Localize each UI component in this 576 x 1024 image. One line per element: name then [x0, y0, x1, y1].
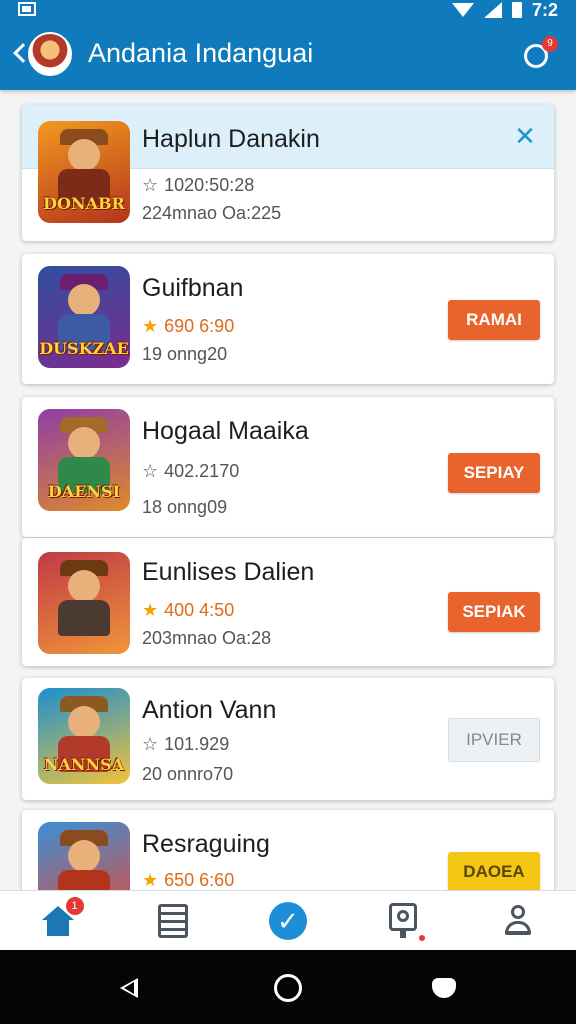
game-card[interactable]: Eunlises Dalien ★ 400 4:50 203mnao Oa:28…: [22, 538, 554, 666]
nav-list[interactable]: [143, 893, 203, 949]
close-icon[interactable]: ✕: [512, 123, 538, 149]
game-meta-secondary: 203mnao Oa:28: [142, 628, 272, 648]
game-meta-primary: ☆ 101.929: [142, 734, 229, 755]
game-meta-primary: ★ 650 6:60: [142, 870, 234, 890]
system-nav-bar: [0, 950, 576, 1024]
game-meta-primary: ☆ 1020:50:28: [142, 175, 254, 196]
nav-profile[interactable]: [488, 893, 548, 949]
thumbnail-caption: NANNSA: [43, 755, 125, 774]
star-outline-icon: ☆: [142, 175, 159, 195]
app-bar: Andania Indanguai 9: [0, 20, 576, 90]
game-thumbnail[interactable]: DUSKZAE: [38, 266, 130, 368]
battery-icon: [511, 2, 522, 18]
game-card[interactable]: DAENSI Hogaal Maaika ☆ 402.2170 18 onng0…: [22, 397, 554, 537]
game-card[interactable]: NANNSA Antion Vann ☆ 101.929 20 onnro70 …: [22, 678, 554, 800]
game-meta-text: 400 4:50: [164, 600, 235, 620]
wifi-icon: [451, 3, 474, 17]
avatar[interactable]: [28, 32, 72, 76]
system-recents-icon[interactable]: [432, 978, 456, 998]
list-icon: [157, 903, 188, 938]
game-meta-secondary: 20 onnro70: [142, 764, 234, 784]
game-meta-secondary: 224mnao Oa:225: [142, 203, 282, 223]
game-meta-primary: ★ 400 4:50: [142, 600, 234, 621]
game-title: Hogaal Maaika: [142, 417, 309, 445]
signal-icon: [483, 2, 502, 18]
game-action-button[interactable]: DAOEA: [448, 852, 540, 890]
game-action-button[interactable]: IPVIER: [448, 718, 540, 762]
game-card[interactable]: Resraguing ★ 650 6:60 DAOEA: [22, 810, 554, 890]
game-list[interactable]: DONABR Haplun Danakin ☆ 1020:50:28 224mn…: [0, 90, 576, 890]
game-meta-text: 650 6:60: [164, 870, 235, 890]
game-card[interactable]: DONABR Haplun Danakin ☆ 1020:50:28 224mn…: [22, 105, 554, 241]
game-title: Guifbnan: [142, 274, 244, 302]
badge-icon: [389, 902, 426, 941]
game-thumbnail[interactable]: [38, 552, 130, 654]
game-meta-text: 690 6:90: [164, 316, 235, 336]
game-meta-primary: ☆ 402.2170: [142, 461, 239, 482]
game-thumbnail[interactable]: DAENSI: [38, 409, 130, 511]
game-action-button[interactable]: SEPIAY: [448, 453, 540, 493]
game-thumbnail[interactable]: [38, 822, 130, 890]
profile-icon: [503, 904, 533, 937]
thumbnail-caption: DAENSI: [47, 482, 121, 501]
status-time: 7:2: [531, 0, 558, 20]
status-icons: 7:2: [451, 0, 558, 20]
star-outline-icon: ☆: [142, 734, 159, 754]
game-meta-secondary: 18 onng09: [142, 497, 228, 517]
system-home-icon[interactable]: [274, 974, 302, 1002]
game-action-button[interactable]: RAMAI: [448, 300, 540, 340]
game-thumbnail[interactable]: NANNSA: [38, 688, 130, 784]
game-title: Haplun Danakin: [142, 125, 320, 153]
star-filled-icon: ★: [142, 870, 159, 890]
star-filled-icon: ★: [142, 316, 159, 336]
game-meta-text: 101.929: [164, 734, 230, 754]
game-title: Eunlises Dalien: [142, 558, 315, 586]
game-meta-primary: ★ 690 6:90: [142, 316, 234, 337]
home-badge: 1: [65, 896, 84, 915]
game-title: Antion Vann: [142, 696, 277, 724]
nav-home[interactable]: 1: [28, 893, 88, 949]
page-title: Andania Indanguai: [88, 38, 314, 68]
nav-check[interactable]: ✓: [258, 893, 318, 949]
gallery-icon: [18, 2, 36, 16]
status-bar: 7:2: [0, 0, 576, 20]
game-title: Resraguing: [142, 830, 270, 858]
notification-button[interactable]: 9: [520, 36, 558, 72]
star-outline-icon: ☆: [142, 461, 159, 481]
game-meta-secondary: 19 onng20: [142, 344, 228, 364]
bottom-nav: 1 ✓: [0, 890, 576, 950]
system-back-icon[interactable]: [120, 978, 138, 998]
notification-badge: 9: [542, 36, 558, 52]
thumbnail-caption: DONABR: [43, 194, 125, 213]
game-meta-text: 1020:50:28: [164, 175, 255, 195]
game-thumbnail[interactable]: DONABR: [38, 121, 130, 223]
game-card[interactable]: DUSKZAE Guifbnan ★ 690 6:90 19 onng20 RA…: [22, 254, 554, 384]
game-action-button[interactable]: SEPIAK: [448, 592, 540, 632]
check-icon: ✓: [268, 901, 307, 940]
star-filled-icon: ★: [142, 600, 159, 620]
thumbnail-caption: DUSKZAE: [39, 339, 129, 358]
game-meta-text: 402.2170: [164, 461, 240, 481]
nav-badge[interactable]: [373, 893, 433, 949]
